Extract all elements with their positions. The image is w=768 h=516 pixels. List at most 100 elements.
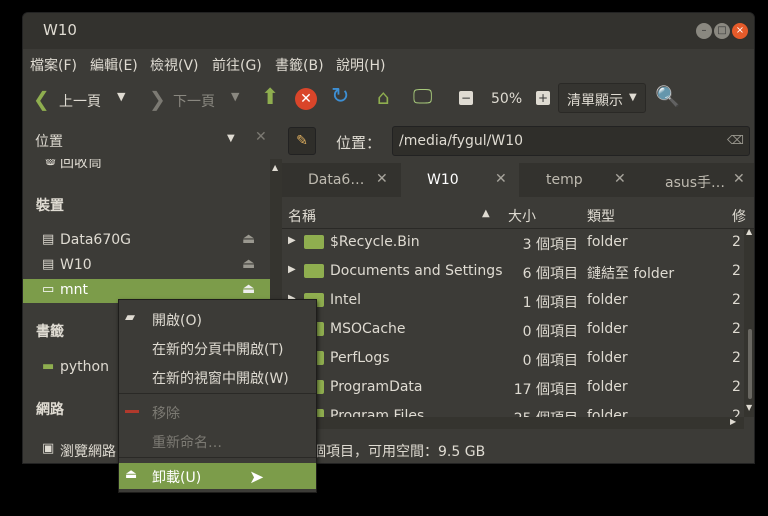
file-row[interactable]: ▶ Intel 1 個項目 folder 2: [282, 287, 744, 316]
file-row[interactable]: PerfLogs 0 個項目 folder 2: [282, 345, 744, 374]
ctx-unmount[interactable]: ⏏ 卸載(U): [119, 463, 316, 489]
edit-location-button[interactable]: ✎: [288, 127, 316, 155]
sidebar-close-icon[interactable]: ✕: [255, 129, 267, 145]
view-mode-label: 清單顯示: [567, 93, 623, 109]
sidebar-item-data670g[interactable]: ▤ Data670G ⏏: [23, 229, 270, 253]
trash-icon: 🗑: [42, 159, 59, 167]
file-list: ▶ $Recycle.Bin 3 個項目 folder 2 ▶ Document…: [282, 229, 744, 417]
forward-arrow-icon[interactable]: ❯: [149, 89, 166, 109]
computer-icon[interactable]: 🖵: [413, 86, 432, 106]
eject-icon[interactable]: ⏏: [242, 281, 255, 297]
scroll-right-icon[interactable]: ▶: [730, 417, 736, 426]
scroll-up-icon[interactable]: ▲: [272, 163, 278, 172]
back-history-chevron-icon[interactable]: ▼: [117, 90, 125, 103]
network-icon: ▣: [42, 441, 55, 456]
tab-asus[interactable]: asus手… ✕: [639, 163, 754, 197]
sidebar-header: 位置 ▼ ✕: [23, 121, 282, 159]
ctx-remove[interactable]: 移除: [119, 399, 316, 425]
section-bookmarks: 書籤: [36, 324, 64, 340]
sidebar-item-w10[interactable]: ▤ W10 ⏏: [23, 254, 270, 278]
scroll-thumb[interactable]: [748, 329, 752, 399]
stop-icon[interactable]: ✕: [295, 88, 317, 110]
menu-edit[interactable]: 編輯(E): [90, 55, 138, 75]
minimize-button[interactable]: –: [696, 23, 712, 39]
eject-icon: ⏏: [125, 467, 138, 482]
sidebar-title: 位置: [35, 134, 63, 150]
zoom-level: 50%: [491, 91, 523, 107]
up-arrow-icon[interactable]: ⬆: [261, 87, 279, 109]
sidebar-item-trash[interactable]: 🗑 回收筒: [23, 159, 270, 173]
scroll-up-icon[interactable]: ▲: [746, 227, 752, 236]
eject-icon[interactable]: ⏏: [242, 256, 255, 272]
location-bar: ✎ 位置： /media/fygul/W10 ⌫: [282, 121, 754, 159]
folder-icon: [304, 235, 324, 249]
column-name[interactable]: 名稱: [288, 206, 316, 226]
tab-close-icon[interactable]: ✕: [733, 171, 745, 187]
back-button[interactable]: 上一頁: [59, 91, 101, 111]
drive-icon: ▤: [42, 257, 55, 272]
window-title: W10: [43, 21, 77, 39]
ctx-separator: [119, 393, 316, 394]
section-network: 網路: [36, 402, 64, 418]
reload-icon[interactable]: ↻: [331, 86, 349, 108]
tab-w10[interactable]: W10 ✕: [401, 163, 519, 197]
ctx-open[interactable]: ▰ 開啟(O): [119, 306, 316, 332]
expander-icon[interactable]: ▶: [288, 264, 296, 275]
chevron-down-icon: ▼: [629, 92, 637, 103]
tab-close-icon[interactable]: ✕: [376, 171, 388, 187]
mouse-cursor-icon: ➤: [249, 467, 265, 488]
column-type[interactable]: 類型: [587, 206, 615, 226]
zoom-out-icon[interactable]: −: [459, 91, 473, 105]
location-label: 位置：: [336, 134, 382, 152]
status-bar: 個項目，可用空間：9.5 GB: [282, 433, 754, 463]
tab-temp[interactable]: temp ✕: [520, 163, 638, 197]
menu-go[interactable]: 前往(G): [212, 55, 262, 75]
ctx-open-in-new-window[interactable]: 在新的視窗中開啟(W): [119, 364, 316, 390]
close-button[interactable]: ×: [732, 23, 748, 39]
column-size[interactable]: 大小: [508, 206, 536, 226]
menu-file[interactable]: 檔案(F): [30, 55, 77, 75]
tab-close-icon[interactable]: ✕: [495, 171, 507, 187]
file-row[interactable]: Program Files 25 個項目 folder 2: [282, 403, 744, 417]
titlebar[interactable]: W10 – □ ×: [23, 13, 754, 49]
tab-bar: Data6… ✕ W10 ✕ temp ✕ asus手… ✕: [282, 163, 754, 197]
sidebar-type-chevron-icon[interactable]: ▼: [227, 133, 235, 144]
location-input[interactable]: /media/fygul/W10 ⌫: [392, 126, 750, 156]
sort-ascending-icon: ▲: [482, 208, 490, 219]
clear-text-icon[interactable]: ⌫: [727, 133, 744, 147]
zoom-in-icon[interactable]: +: [536, 91, 550, 105]
menu-bookmarks[interactable]: 書籤(B): [275, 55, 324, 75]
file-row[interactable]: ▶ Documents and Settings 6 個項目 鏈結至 folde…: [282, 258, 744, 287]
folder-icon: ▬: [42, 359, 55, 374]
forward-history-chevron-icon[interactable]: ▼: [231, 90, 239, 103]
menu-help[interactable]: 說明(H): [336, 55, 385, 75]
file-row[interactable]: MSOCache 0 個項目 folder 2: [282, 316, 744, 345]
column-date[interactable]: 修: [732, 206, 746, 226]
menu-view[interactable]: 檢視(V): [150, 55, 199, 75]
scroll-down-icon[interactable]: ▼: [746, 403, 752, 412]
folder-open-icon: ▰: [125, 310, 135, 325]
home-folder-icon[interactable]: ⌂: [377, 87, 390, 107]
file-list-scrollbar[interactable]: ▲ ▼: [744, 227, 754, 417]
ctx-separator: [119, 457, 316, 458]
maximize-button[interactable]: □: [714, 23, 730, 39]
pencil-icon: ✎: [296, 133, 308, 149]
drive-icon: ▤: [42, 232, 55, 247]
search-icon[interactable]: 🔍: [655, 86, 680, 106]
folder-link-icon: [304, 264, 324, 278]
expander-icon[interactable]: ▶: [288, 235, 296, 246]
file-row[interactable]: ProgramData 17 個項目 folder 2: [282, 374, 744, 403]
ctx-rename[interactable]: 重新命名…: [119, 428, 316, 454]
tab-data670g[interactable]: Data6… ✕: [282, 163, 400, 197]
forward-button[interactable]: 下一頁: [173, 91, 215, 111]
tab-close-icon[interactable]: ✕: [614, 171, 626, 187]
file-row[interactable]: ▶ $Recycle.Bin 3 個項目 folder 2: [282, 229, 744, 258]
back-arrow-icon[interactable]: ❮: [33, 89, 50, 109]
eject-icon[interactable]: ⏏: [242, 231, 255, 247]
drive-icon: ▭: [42, 282, 55, 297]
menubar: 檔案(F) 編輯(E) 檢視(V) 前往(G) 書籤(B) 說明(H): [23, 49, 754, 77]
file-list-hscrollbar[interactable]: ▶: [282, 417, 744, 429]
toolbar: ❮ 上一頁 ▼ ❯ 下一頁 ▼ ⬆ ✕ ↻ ⌂ 🖵 − 50% + 清單顯示 ▼…: [23, 77, 754, 121]
view-mode-select[interactable]: 清單顯示 ▼: [558, 83, 646, 113]
ctx-open-in-new-tab[interactable]: 在新的分頁中開啟(T): [119, 335, 316, 361]
